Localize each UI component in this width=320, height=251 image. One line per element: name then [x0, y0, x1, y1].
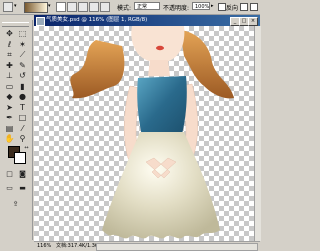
toolbox: ✥ ⬚ ℓ ✶ ⌗ ⟋ ✚ ✎ ⊥ ↺ ▭ ▮ ◆ ● ➤ T ✒ □ ▤ ⁄ ✋ ⚲ ↔ □ ◙ ▭ ▬ ⇪ [0, 20, 33, 240]
toolbox-grip[interactable] [2, 22, 29, 27]
opacity-field[interactable]: 100% [192, 2, 210, 10]
document-title-bar[interactable]: 气质美女.psd @ 116% (图层 1, RGB/8) _ □ × [34, 15, 260, 26]
close-button[interactable]: × [248, 17, 258, 26]
vertical-scrollbar[interactable] [254, 26, 261, 241]
dither-checkbox[interactable] [240, 3, 248, 11]
dress-skirt [102, 132, 220, 239]
swap-colors-icon[interactable]: ↔ [20, 142, 33, 154]
face [131, 26, 185, 63]
document-title: 气质美女.psd @ 116% (图层 1, RGB/8) [46, 17, 148, 23]
quick-mask-icon[interactable]: ◙ [16, 168, 29, 180]
angle-gradient-button[interactable] [78, 2, 88, 12]
linear-gradient-button[interactable] [56, 2, 66, 12]
gradient-picker-arrow-icon[interactable]: ▾ [48, 3, 51, 9]
standard-mode-icon[interactable]: □ [3, 168, 16, 180]
opacity-arrow-icon[interactable]: ▸ [211, 3, 214, 9]
document-icon [36, 17, 45, 26]
screen-mode-full-icon[interactable]: ▬ [16, 182, 29, 194]
transparency-checkbox[interactable] [250, 3, 258, 11]
mode-label: 模式: [117, 5, 132, 12]
reverse-checkbox[interactable] [218, 3, 226, 11]
tool-options-bar: ▾ ▾ 模式: 正常 不透明度: 100% ▸ 反向 [0, 0, 260, 15]
radial-gradient-button[interactable] [67, 2, 77, 12]
dress-top [137, 76, 187, 136]
screen-mode-standard-icon[interactable]: ▭ [3, 182, 16, 194]
reflected-gradient-button[interactable] [89, 2, 99, 12]
tool-preset-arrow-icon[interactable]: ▾ [14, 3, 17, 9]
gradient-preview[interactable] [24, 2, 48, 13]
mouth [156, 45, 164, 51]
mode-select[interactable]: 正常 [134, 2, 160, 10]
artwork-illustration [70, 26, 234, 239]
tool-preset-picker[interactable] [3, 2, 13, 12]
hand-tool[interactable]: ✋ [3, 133, 16, 145]
hair-left [70, 40, 125, 99]
document-window: 气质美女.psd @ 116% (图层 1, RGB/8) _ □ × 116%… [34, 15, 261, 251]
canvas[interactable] [34, 26, 254, 241]
jump-to-imageready-icon[interactable]: ⇪ [9, 198, 22, 210]
reverse-label: 反向 [226, 5, 239, 12]
neck [148, 60, 170, 76]
opacity-label: 不透明度: [163, 5, 190, 12]
diamond-gradient-button[interactable] [100, 2, 110, 12]
